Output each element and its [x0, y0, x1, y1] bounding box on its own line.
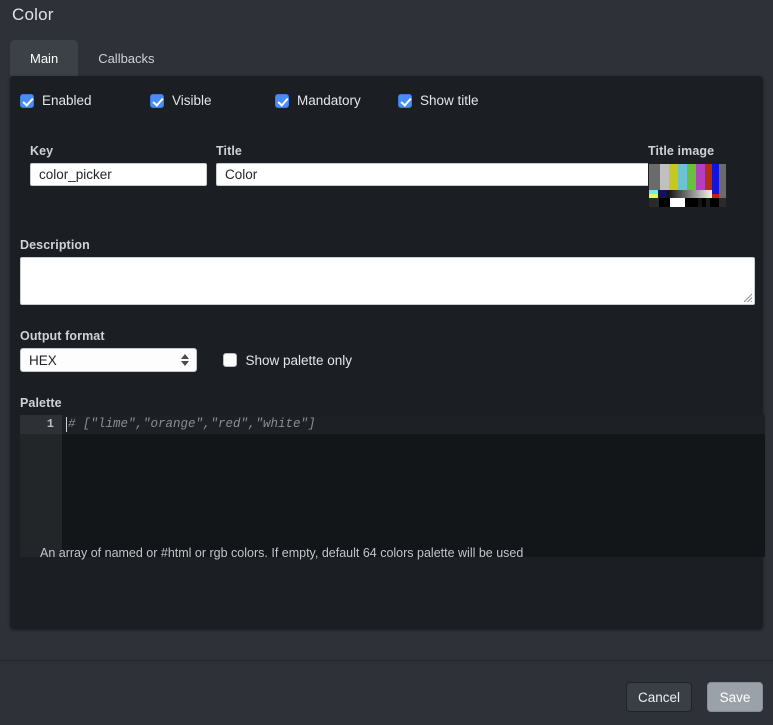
page-title: Color: [12, 5, 54, 24]
checkbox-show-palette-only-label: Show palette only: [245, 352, 353, 368]
checkbox-visible-box[interactable]: [150, 93, 164, 108]
checkbox-show-title-box[interactable]: [398, 93, 412, 108]
checkbox-show-palette-only-box[interactable]: [223, 353, 238, 367]
output-format-group: Output format HEX Show palette only: [20, 329, 352, 372]
color-picker-settings-dialog: Color Main Callbacks Enabled Visible Man…: [0, 0, 773, 725]
tab-callbacks[interactable]: Callbacks: [78, 40, 174, 76]
editor-gutter: 1: [20, 415, 62, 557]
checkbox-enabled-label: Enabled: [42, 93, 92, 108]
key-field-group: Key: [30, 144, 207, 186]
dialog-footer: Cancel Save: [0, 661, 773, 725]
output-format-select[interactable]: HEX: [20, 348, 197, 372]
palette-code-editor[interactable]: 1 # ["lime","orange","red","white"]: [20, 415, 765, 557]
checkbox-show-palette-only[interactable]: Show palette only: [223, 353, 352, 368]
cancel-button[interactable]: Cancel: [626, 682, 692, 712]
save-button[interactable]: Save: [707, 682, 763, 712]
palette-field-group: Palette 1 # ["lime","orange","red","whit…: [20, 396, 765, 560]
text-caret: [66, 417, 67, 432]
title-image-label: Title image: [648, 144, 715, 158]
checkbox-enabled-box[interactable]: [20, 93, 34, 108]
palette-help-text: An array of named or #html or rgb colors…: [40, 546, 524, 560]
description-label: Description: [20, 238, 90, 252]
flags-checkbox-row: Enabled Visible Mandatory Show title: [20, 93, 479, 108]
tab-main[interactable]: Main: [10, 40, 79, 76]
palette-label: Palette: [20, 396, 62, 410]
tv-test-pattern-image[interactable]: [648, 163, 727, 208]
checkbox-mandatory[interactable]: Mandatory: [275, 93, 398, 108]
output-format-label: Output format: [20, 329, 105, 343]
tab-bar: Main Callbacks: [10, 40, 175, 76]
title-input[interactable]: [216, 163, 650, 186]
checkbox-show-title[interactable]: Show title: [398, 93, 479, 108]
checkbox-mandatory-box[interactable]: [275, 93, 289, 108]
main-tab-panel: Enabled Visible Mandatory Show title Key: [10, 76, 765, 629]
output-format-select-wrap: HEX: [20, 348, 197, 372]
title-label: Title: [216, 144, 242, 158]
checkbox-mandatory-label: Mandatory: [297, 93, 361, 108]
editor-code-area[interactable]: # ["lime","orange","red","white"]: [62, 415, 765, 557]
checkbox-show-title-label: Show title: [420, 93, 479, 108]
checkbox-visible[interactable]: Visible: [150, 93, 275, 108]
line-number: 1: [20, 415, 62, 434]
key-label: Key: [30, 144, 54, 158]
description-textarea[interactable]: [20, 257, 755, 305]
key-title-row: Key Title Title image: [20, 144, 755, 208]
title-field-group: Title: [216, 144, 650, 186]
description-field-group: Description: [20, 238, 755, 305]
checkbox-enabled[interactable]: Enabled: [20, 93, 150, 108]
title-image-group: Title image: [648, 144, 738, 208]
editor-placeholder-line: # ["lime","orange","red","white"]: [62, 415, 765, 434]
key-input[interactable]: [30, 163, 207, 186]
checkbox-visible-label: Visible: [172, 93, 212, 108]
